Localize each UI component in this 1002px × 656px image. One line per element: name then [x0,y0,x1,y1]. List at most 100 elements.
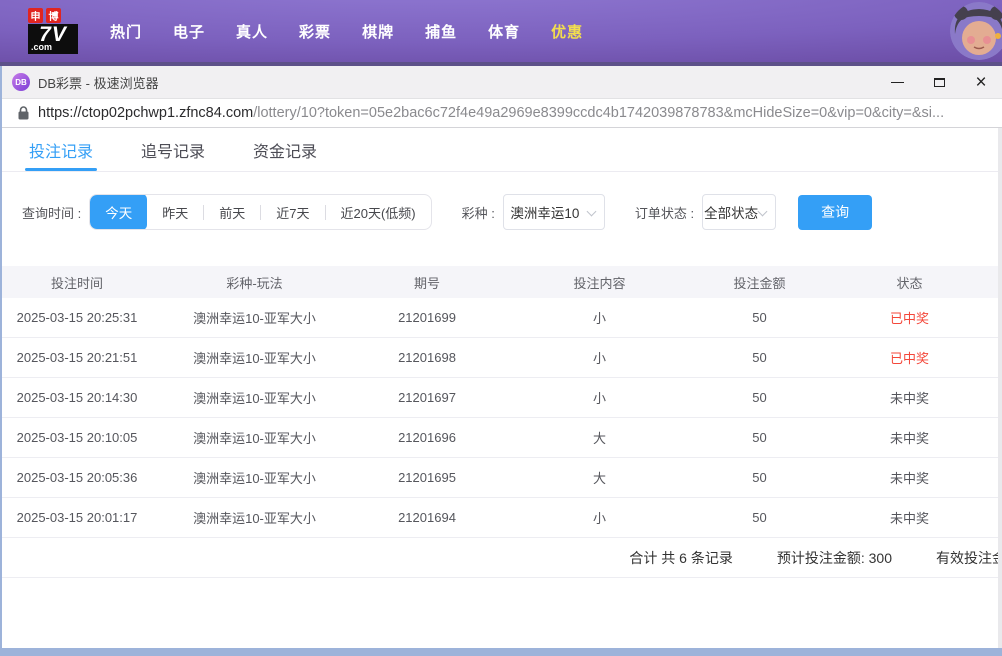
nav-item-捕鱼[interactable]: 捕鱼 [425,21,457,42]
issue-number-cell: 21201699 [357,310,497,325]
time-filter-label: 查询时间 : [22,203,81,222]
time-option-近7天[interactable]: 近7天 [261,194,324,230]
issue-number-cell: 21201696 [357,430,497,445]
tab-追号记录[interactable]: 追号记录 [141,128,205,171]
tab-资金记录[interactable]: 资金记录 [253,128,317,171]
status-cell: 已中奖 [817,308,1002,327]
lottery-select-value: 澳洲幸运10 [510,202,579,222]
bet-amount-cell: 50 [702,470,817,485]
time-option-昨天[interactable]: 昨天 [147,194,203,230]
expected-bet-amount: 预计投注金额: 300 [777,548,892,568]
screen: 申 博 7V .com 热门 电子 真人 彩票 棋牌 捕鱼 体育 优惠 [0,0,1002,656]
nav-item-棋牌[interactable]: 棋牌 [362,21,394,42]
time-option-近20天(低频)[interactable]: 近20天(低频) [326,194,431,230]
order-status-value: 全部状态 [704,202,758,222]
top-banner: 申 博 7V .com 热门 电子 真人 彩票 棋牌 捕鱼 体育 优惠 [0,0,1002,62]
avatar-image [950,2,1002,60]
app-icon: DB [12,73,30,91]
address-bar[interactable]: https://ctop02pchwp1.zfnc84.com/lottery/… [2,98,1002,128]
bet-time-cell: 2025-03-15 20:05:36 [2,470,152,485]
bet-amount-cell: 50 [702,510,817,525]
record-count-summary: 合计 共 6 条记录 [629,548,732,568]
bet-amount-cell: 50 [702,350,817,365]
bet-amount-cell: 50 [702,310,817,325]
table-row: 2025-03-15 20:14:30澳洲幸运10-亚军大小21201697小5… [2,378,1002,418]
window-controls: × [882,69,996,95]
table-body: 2025-03-15 20:25:31澳洲幸运10-亚军大小21201699小5… [2,298,1002,538]
filter-bar: 查询时间 : 今天昨天前天近7天近20天(低频) 彩种 : 澳洲幸运10 订单状… [22,194,1002,230]
column-header-1: 彩种-玩法 [152,273,357,292]
time-option-前天[interactable]: 前天 [204,194,260,230]
bet-time-cell: 2025-03-15 20:25:31 [2,310,152,325]
logo-block: 7V .com [28,24,78,54]
issue-number-cell: 21201695 [357,470,497,485]
minimize-button[interactable] [882,69,912,95]
status-cell: 未中奖 [817,468,1002,487]
column-header-2: 期号 [357,273,497,292]
window-titlebar[interactable]: DB DB彩票 - 极速浏览器 × [2,66,1002,98]
logo-badge-2: 博 [46,8,61,23]
column-header-0: 投注时间 [2,273,152,292]
time-option-今天[interactable]: 今天 [90,194,147,230]
bet-content-cell: 小 [497,508,702,527]
browser-window: DB DB彩票 - 极速浏览器 × https://ctop02pchwp1.z… [0,66,1002,648]
bet-time-cell: 2025-03-15 20:14:30 [2,390,152,405]
bet-record-table: 投注时间彩种-玩法期号投注内容投注金额状态 2025-03-15 20:25:3… [2,266,1002,578]
url-host: https://ctop02pchwp1.zfnc84.com [38,105,253,121]
close-button[interactable]: × [966,69,996,95]
valid-bet-amount: 有效投注金额 [936,548,1002,568]
bet-content-cell: 小 [497,308,702,327]
issue-number-cell: 21201697 [357,390,497,405]
minimize-icon [891,82,904,83]
logo-badges: 申 博 [28,8,80,23]
bet-content-cell: 小 [497,348,702,367]
url-text: https://ctop02pchwp1.zfnc84.com/lottery/… [38,105,944,121]
url-path: /lottery/10?token=05e2bac6c72f4e49a2969e… [253,105,944,121]
bet-amount-cell: 50 [702,390,817,405]
nav-item-彩票[interactable]: 彩票 [299,21,331,42]
bet-content-cell: 小 [497,388,702,407]
table-row: 2025-03-15 20:05:36澳洲幸运10-亚军大小21201695大5… [2,458,1002,498]
nav-item-热门[interactable]: 热门 [110,21,142,42]
time-filter-group: 今天昨天前天近7天近20天(低频) [89,194,431,230]
order-status-label: 订单状态 : [635,203,694,222]
vertical-scrollbar[interactable] [998,128,1002,648]
record-tabs: 投注记录 追号记录 资金记录 [2,128,1002,172]
lock-icon [18,106,29,120]
status-cell: 已中奖 [817,348,1002,367]
issue-number-cell: 21201694 [357,510,497,525]
tab-投注记录[interactable]: 投注记录 [29,128,93,171]
chevron-down-icon [758,207,768,217]
bet-time-cell: 2025-03-15 20:21:51 [2,350,152,365]
column-header-5: 状态 [817,273,1002,292]
game-play-cell: 澳洲幸运10-亚军大小 [152,308,357,327]
main-nav: 热门 电子 真人 彩票 棋牌 捕鱼 体育 优惠 [110,21,583,42]
nav-item-优惠[interactable]: 优惠 [551,21,583,42]
chevron-down-icon [586,207,596,217]
maximize-button[interactable] [924,69,954,95]
site-logo[interactable]: 申 博 7V .com [28,8,80,56]
logo-badge-1: 申 [28,8,43,23]
nav-item-电子[interactable]: 电子 [173,21,205,42]
bet-content-cell: 大 [497,468,702,487]
table-row: 2025-03-15 20:25:31澳洲幸运10-亚军大小21201699小5… [2,298,1002,338]
game-play-cell: 澳洲幸运10-亚军大小 [152,388,357,407]
game-play-cell: 澳洲幸运10-亚军大小 [152,508,357,527]
page-content: 投注记录 追号记录 资金记录 查询时间 : 今天昨天前天近7天近20天(低频) 彩种… [2,128,1002,648]
window-bottom-border [0,648,1002,656]
nav-item-真人[interactable]: 真人 [236,21,268,42]
lottery-select[interactable]: 澳洲幸运10 [503,194,605,230]
close-icon: × [975,73,986,92]
search-button[interactable]: 查询 [798,195,872,230]
nav-item-体育[interactable]: 体育 [488,21,520,42]
table-row: 2025-03-15 20:21:51澳洲幸运10-亚军大小21201698小5… [2,338,1002,378]
table-row: 2025-03-15 20:01:17澳洲幸运10-亚军大小21201694小5… [2,498,1002,538]
status-cell: 未中奖 [817,508,1002,527]
user-avatar[interactable] [950,2,1002,60]
status-cell: 未中奖 [817,388,1002,407]
table-header-row: 投注时间彩种-玩法期号投注内容投注金额状态 [2,266,1002,298]
column-header-3: 投注内容 [497,273,702,292]
bet-time-cell: 2025-03-15 20:10:05 [2,430,152,445]
bet-time-cell: 2025-03-15 20:01:17 [2,510,152,525]
order-status-select[interactable]: 全部状态 [702,194,776,230]
